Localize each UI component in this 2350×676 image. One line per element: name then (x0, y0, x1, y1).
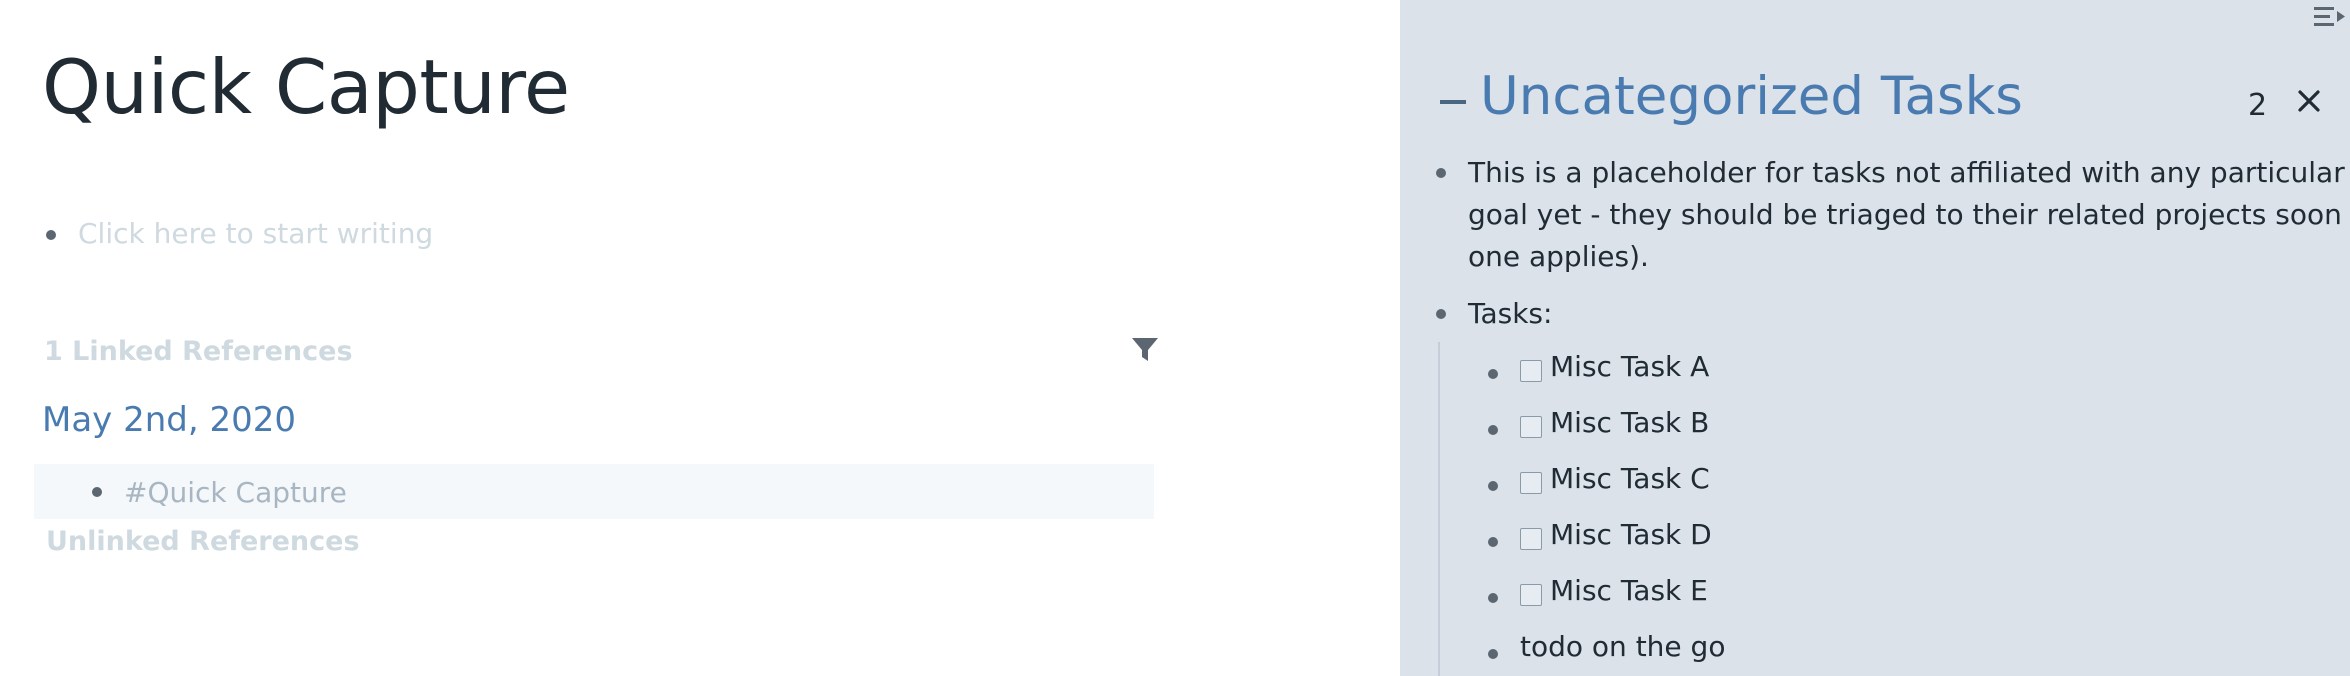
placeholder-text[interactable]: Click here to start writing (78, 217, 433, 250)
app-root: Quick Capture Click here to start writin… (0, 0, 2350, 676)
reference-block[interactable]: #Quick Capture (34, 464, 1154, 519)
description-line[interactable]: one applies). (1468, 236, 1649, 278)
block-bullet[interactable] (1488, 649, 1498, 659)
todo-checkbox[interactable] (1520, 416, 1542, 438)
sidebar-window-count: 2 (2248, 88, 2268, 123)
block-bullet[interactable] (1488, 593, 1498, 603)
task-item[interactable]: Misc Task A (1400, 346, 2350, 402)
todo-checkbox[interactable] (1520, 528, 1542, 550)
block-bullet[interactable] (1488, 481, 1498, 491)
reference-block-text[interactable]: #Quick Capture (124, 476, 347, 509)
block-bullet[interactable] (1488, 425, 1498, 435)
block-bullet[interactable] (92, 487, 102, 497)
todo-checkbox[interactable] (1520, 360, 1542, 382)
collapse-icon[interactable] (1440, 100, 1466, 104)
task-label[interactable]: Misc Task A (1550, 350, 1709, 383)
close-icon[interactable] (2294, 86, 2324, 116)
description-line[interactable]: goal yet - they should be triaged to the… (1468, 194, 2350, 236)
task-label[interactable]: Misc Task E (1550, 574, 1708, 607)
main-page: Quick Capture Click here to start writin… (0, 0, 1400, 676)
block-bullet[interactable] (1436, 168, 1446, 178)
task-item[interactable]: Misc Task D (1400, 514, 2350, 570)
right-sidebar: Uncategorized Tasks 2 This is a placehol… (1400, 0, 2350, 676)
task-item[interactable]: Misc Task E (1400, 570, 2350, 626)
sidebar-toggle-icon[interactable] (2312, 2, 2350, 36)
task-label[interactable]: Misc Task B (1550, 406, 1709, 439)
block-bullet[interactable] (1488, 537, 1498, 547)
task-item[interactable]: Misc Task C (1400, 458, 2350, 514)
block-text[interactable]: todo on the go (1520, 630, 1725, 663)
page-title[interactable]: Quick Capture (42, 50, 570, 125)
filter-icon[interactable] (1130, 335, 1160, 365)
reference-page-link[interactable]: May 2nd, 2020 (42, 400, 296, 440)
block-bullet[interactable] (1436, 309, 1446, 319)
linked-references-header[interactable]: 1 Linked References (44, 336, 353, 367)
unlinked-references-header[interactable]: Unlinked References (46, 526, 360, 557)
task-item[interactable]: Misc Task B (1400, 402, 2350, 458)
description-line[interactable]: This is a placeholder for tasks not affi… (1468, 152, 2345, 194)
todo-checkbox[interactable] (1520, 584, 1542, 606)
sidebar-page-title[interactable]: Uncategorized Tasks (1480, 67, 2023, 126)
block-bullet[interactable] (1488, 369, 1498, 379)
list-item[interactable]: todo on the go (1400, 626, 2350, 676)
tasks-label[interactable]: Tasks: (1468, 293, 1552, 335)
task-label[interactable]: Misc Task D (1550, 518, 1712, 551)
task-label[interactable]: Misc Task C (1550, 462, 1710, 495)
todo-checkbox[interactable] (1520, 472, 1542, 494)
block-bullet[interactable] (46, 230, 56, 240)
